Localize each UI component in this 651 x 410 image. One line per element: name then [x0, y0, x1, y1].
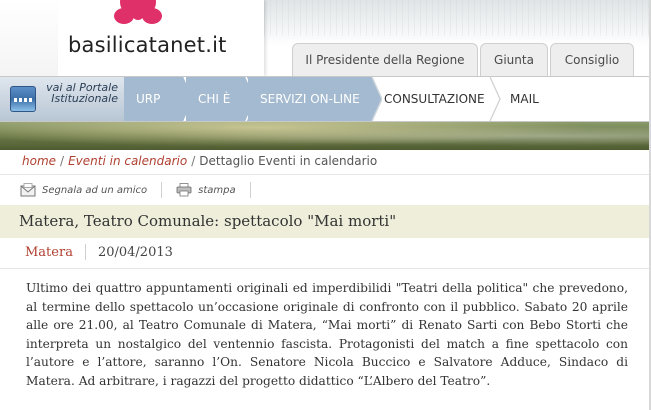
share-label: Segnala ad un amico — [42, 184, 148, 196]
site-logo[interactable]: basilicatanet.it — [58, 0, 264, 76]
nav-item-mail[interactable]: MAIL — [502, 77, 582, 121]
tab-giunta[interactable]: Giunta — [480, 43, 548, 76]
nav-item-consultazione[interactable]: CONSULTAZIONE — [382, 77, 502, 121]
breadcrumb-home[interactable]: home — [22, 154, 56, 168]
flower-logo-icon — [114, 0, 162, 24]
site-header: basilicatanet.it Il Presidente della Reg… — [0, 0, 651, 76]
divider — [0, 174, 651, 175]
breadcrumb-events[interactable]: Eventi in calendario — [68, 154, 187, 168]
nav-item-servizi-online[interactable]: SERVIZI ON-LINE — [248, 77, 368, 121]
portal-link[interactable]: vai al Portale Istituzionale — [0, 77, 124, 121]
nav-item-label: MAIL — [510, 92, 539, 106]
divider — [84, 244, 86, 260]
printer-icon — [176, 183, 192, 197]
nav-item-label: CHI È — [198, 92, 231, 106]
region-flag-icon — [10, 86, 36, 112]
site-name: basilicatanet.it — [68, 33, 227, 57]
tab-presidente[interactable]: Il Presidente della Regione — [292, 43, 478, 76]
tab-label: Giunta — [494, 53, 534, 67]
divider — [0, 268, 651, 269]
portal-label: vai al Portale Istituzionale — [46, 81, 118, 105]
main-navigation: vai al Portale Istituzionale URP CHI È S… — [0, 76, 651, 122]
nav-item-label: CONSULTAZIONE — [384, 92, 485, 106]
nav-item-urp[interactable]: URP — [124, 77, 184, 121]
article-meta: Matera 20/04/2013 — [25, 244, 173, 260]
landscape-banner — [0, 122, 651, 150]
breadcrumb-separator: / — [191, 154, 196, 168]
breadcrumb-separator: / — [60, 154, 65, 168]
nav-chevron-icon — [368, 77, 382, 121]
breadcrumb-current: Dettaglio Eventi in calendario — [199, 154, 378, 168]
nav-item-label: URP — [136, 92, 161, 106]
event-date: 20/04/2013 — [97, 244, 173, 260]
divider — [161, 182, 163, 198]
article-title-bar: Matera, Teatro Comunale: spettacolo "Mai… — [0, 205, 651, 238]
print-label: stampa — [198, 184, 236, 196]
nav-item-label: SERVIZI ON-LINE — [260, 92, 360, 106]
breadcrumb: home / Eventi in calendario / Dettaglio Even… — [22, 154, 377, 168]
article-actions: Segnala ad un amico stampa — [20, 180, 265, 200]
divider — [249, 182, 251, 198]
nav-item-chi-e[interactable]: CHI È — [186, 77, 248, 121]
tab-consiglio[interactable]: Consiglio — [550, 43, 634, 76]
article-title: Matera, Teatro Comunale: spettacolo "Mai… — [19, 212, 397, 230]
nav-chevron-icon — [489, 77, 501, 121]
article-body: Ultimo dei quattro appuntamenti original… — [26, 281, 628, 388]
event-location: Matera — [25, 244, 73, 260]
print-link[interactable]: stampa — [176, 183, 236, 197]
envelope-icon — [20, 183, 36, 197]
tab-label: Il Presidente della Regione — [305, 53, 465, 67]
share-with-friend-link[interactable]: Segnala ad un amico — [20, 183, 147, 197]
tab-label: Consiglio — [564, 53, 620, 67]
